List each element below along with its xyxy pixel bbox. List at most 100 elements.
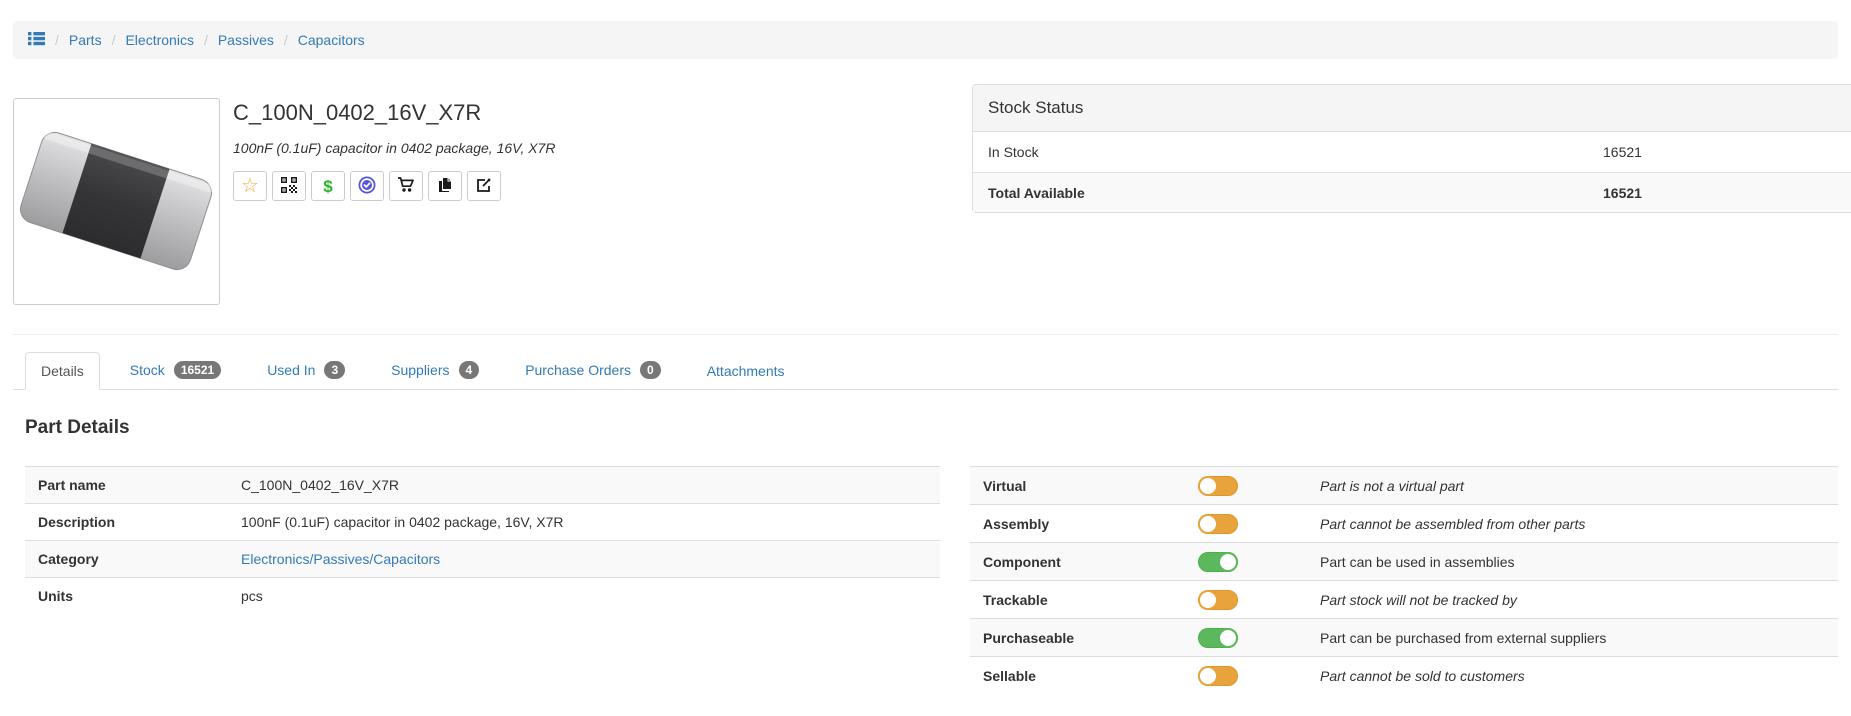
order-button[interactable] xyxy=(389,171,423,202)
breadcrumb-item-electronics[interactable]: Electronics xyxy=(125,32,193,48)
virtual-toggle[interactable] xyxy=(1198,475,1238,496)
list-icon xyxy=(28,31,45,49)
sellable-toggle[interactable] xyxy=(1198,665,1238,686)
toggle-knob xyxy=(1218,627,1238,648)
table-row-trackable: Trackable Part stock will not be tracked… xyxy=(970,580,1838,618)
tab-label: Details xyxy=(41,363,84,379)
toggle-knob xyxy=(1198,665,1218,686)
tab-purchase-orders[interactable]: Purchase Orders 0 xyxy=(509,350,677,390)
breadcrumb-item-parts[interactable]: Parts xyxy=(69,32,102,48)
stock-count-badge: 16521 xyxy=(173,361,222,379)
row-label: Sellable xyxy=(983,667,1036,684)
breadcrumb-separator: / xyxy=(203,32,208,48)
favourite-button[interactable]: ☆ xyxy=(233,171,267,202)
table-row-description: Description 100nF (0.1uF) capacitor in 0… xyxy=(25,503,940,540)
copy-icon xyxy=(437,177,453,196)
tab-label: Stock xyxy=(129,362,165,378)
part-description: 100nF (0.1uF) capacitor in 0402 package,… xyxy=(233,140,556,157)
part-tabs: Details Stock 16521 Used In 3 Suppliers … xyxy=(13,349,1838,390)
flag-description: Part can be used in assemblies xyxy=(1320,553,1515,570)
assembly-toggle[interactable] xyxy=(1198,513,1238,534)
section-divider xyxy=(13,334,1838,335)
row-label: Component xyxy=(983,553,1061,570)
validate-button[interactable] xyxy=(350,171,384,202)
part-name-title: C_100N_0402_16V_X7R xyxy=(233,100,482,125)
tab-label: Purchase Orders xyxy=(525,362,632,378)
table-row-component: Component Part can be used in assemblies xyxy=(970,542,1838,580)
part-header: C_100N_0402_16V_X7R 100nF (0.1uF) capaci… xyxy=(233,100,556,202)
breadcrumb-separator: / xyxy=(283,32,288,48)
component-toggle[interactable] xyxy=(1198,551,1238,572)
dollar-icon: $ xyxy=(323,176,333,196)
qr-code-icon xyxy=(281,176,297,196)
row-label: Category xyxy=(38,551,99,567)
table-row-units: Units pcs xyxy=(25,577,940,614)
total-available-value: 16521 xyxy=(1603,184,1642,201)
in-stock-label: In Stock xyxy=(988,144,1039,160)
total-available-label: Total Available xyxy=(988,184,1085,201)
table-row-sellable: Sellable Part cannot be sold to customer… xyxy=(970,656,1838,694)
row-label: Units xyxy=(38,588,73,604)
table-row-part-name: Part name C_100N_0402_16V_X7R xyxy=(25,466,940,503)
stock-status-panel: Stock Status In Stock 16521 Total Availa… xyxy=(972,84,1851,213)
part-details-heading: Part Details xyxy=(25,416,130,438)
part-thumbnail[interactable] xyxy=(13,98,220,305)
purchaseable-toggle[interactable] xyxy=(1198,627,1238,648)
breadcrumb-item-passives[interactable]: Passives xyxy=(218,32,274,48)
toggle-knob xyxy=(1218,551,1238,572)
table-row-virtual: Virtual Part is not a virtual part xyxy=(970,466,1838,504)
suppliers-count-badge: 4 xyxy=(458,361,480,379)
flag-description: Part cannot be sold to customers xyxy=(1320,667,1525,684)
part-details-table: Part name C_100N_0402_16V_X7R Descriptio… xyxy=(25,466,940,614)
tab-used-in[interactable]: Used In 3 xyxy=(251,350,361,390)
flag-description: Part cannot be assembled from other part… xyxy=(1320,515,1586,532)
star-icon: ☆ xyxy=(241,175,259,198)
parts-index-link[interactable] xyxy=(28,31,45,49)
flag-description: Part stock will not be tracked by xyxy=(1320,591,1517,608)
breadcrumb: / Parts / Electronics / Passives / Capac… xyxy=(13,21,1838,59)
row-label: Trackable xyxy=(983,591,1048,608)
table-row-assembly: Assembly Part cannot be assembled from o… xyxy=(970,504,1838,542)
units-value: pcs xyxy=(241,588,263,604)
edit-icon xyxy=(476,177,492,196)
part-action-toolbar: ☆ $ xyxy=(233,171,555,202)
table-row-category: Category Electronics/Passives/Capacitors xyxy=(25,540,940,577)
table-row-purchaseable: Purchaseable Part can be purchased from … xyxy=(970,618,1838,656)
row-label: Virtual xyxy=(983,477,1027,494)
toggle-knob xyxy=(1198,513,1218,534)
part-name-value: C_100N_0402_16V_X7R xyxy=(241,477,400,493)
breadcrumb-item-capacitors[interactable]: Capacitors xyxy=(298,32,365,48)
edit-button[interactable] xyxy=(467,171,501,202)
used-in-count-badge: 3 xyxy=(324,361,346,379)
part-flags-table: Virtual Part is not a virtual part Assem… xyxy=(970,466,1838,694)
cart-icon xyxy=(397,177,415,196)
row-label: Purchaseable xyxy=(983,629,1075,646)
check-circle-icon xyxy=(358,176,376,197)
tab-stock[interactable]: Stock 16521 xyxy=(114,350,237,390)
description-value: 100nF (0.1uF) capacitor in 0402 package,… xyxy=(241,514,564,530)
flag-description: Part can be purchased from external supp… xyxy=(1320,629,1607,646)
stock-row-in-stock: In Stock 16521 xyxy=(973,132,1851,172)
row-label: Part name xyxy=(38,477,106,493)
breadcrumb-separator: / xyxy=(55,32,59,48)
tab-label: Suppliers xyxy=(391,362,450,378)
row-label: Assembly xyxy=(983,515,1050,532)
duplicate-button[interactable] xyxy=(428,171,462,202)
tab-details[interactable]: Details xyxy=(25,352,100,390)
purchase-orders-count-badge: 0 xyxy=(640,361,661,379)
toggle-knob xyxy=(1198,589,1218,610)
capacitor-photo xyxy=(19,131,214,271)
in-stock-value: 16521 xyxy=(1603,144,1642,160)
tab-attachments[interactable]: Attachments xyxy=(691,352,801,390)
flag-description: Part is not a virtual part xyxy=(1320,477,1464,494)
tab-label: Used In xyxy=(267,362,316,378)
tab-label: Attachments xyxy=(706,363,785,379)
tab-suppliers[interactable]: Suppliers 4 xyxy=(375,350,495,390)
trackable-toggle[interactable] xyxy=(1198,589,1238,610)
barcode-button[interactable] xyxy=(272,171,306,202)
row-label: Description xyxy=(38,514,116,530)
category-link[interactable]: Electronics/Passives/Capacitors xyxy=(241,551,440,567)
toggle-knob xyxy=(1198,475,1218,496)
pricing-button[interactable]: $ xyxy=(311,171,345,202)
part-detail-page: / Parts / Electronics / Passives / Capac… xyxy=(0,0,1851,716)
